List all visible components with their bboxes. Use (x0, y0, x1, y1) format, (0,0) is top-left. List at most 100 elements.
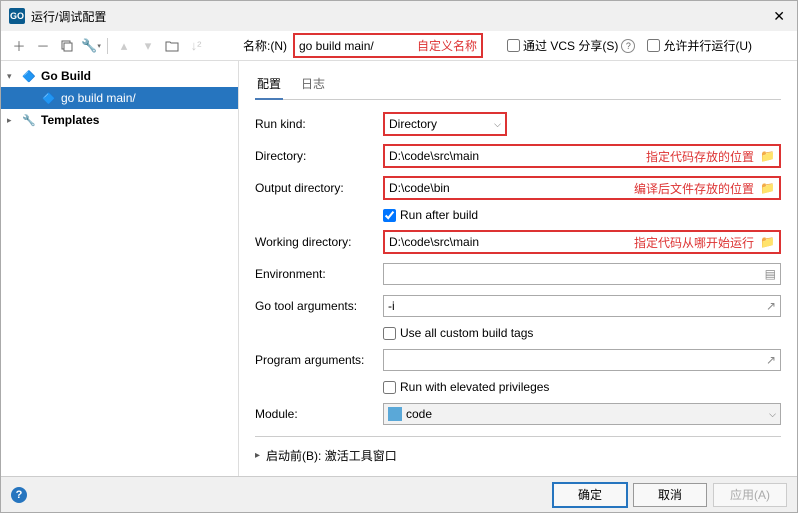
go-tool-args-input-row: ↗ (383, 295, 781, 317)
tab-logs[interactable]: 日志 (299, 71, 327, 99)
working-dir-input[interactable] (389, 235, 628, 249)
run-after-build-label: Run after build (400, 208, 478, 222)
module-select[interactable]: code ⌵ (383, 403, 781, 425)
program-args-input[interactable] (388, 353, 760, 367)
directory-input[interactable] (389, 149, 640, 163)
row-output: Output directory: 编译后文件存放的位置 📁 (255, 176, 781, 200)
go-icon: 🔷 (41, 90, 57, 106)
name-label: 名称:(N) (243, 37, 287, 54)
run-kind-highlight: Directory ⌵ (383, 112, 507, 136)
directory-label: Directory: (255, 149, 383, 163)
run-kind-value: Directory (389, 117, 437, 131)
row-working-dir: Working directory: 指定代码从哪开始运行 📁 (255, 230, 781, 254)
custom-tags-checkbox[interactable] (383, 327, 396, 340)
environment-input-row: ▤ (383, 263, 781, 285)
footer: ? 确定 取消 应用(A) (1, 476, 797, 512)
before-launch[interactable]: ▸ 启动前(B): 激活工具窗口 (255, 447, 781, 464)
go-icon: 🔷 (21, 68, 37, 84)
custom-tags-label: Use all custom build tags (400, 326, 533, 340)
browse-icon[interactable]: 📁 (760, 181, 775, 195)
list-icon[interactable]: ▤ (765, 267, 776, 281)
module-label: Module: (255, 407, 383, 421)
browse-icon[interactable]: 📁 (760, 235, 775, 249)
expand-icon[interactable]: ↗ (766, 299, 776, 313)
working-dir-input-row: 指定代码从哪开始运行 📁 (385, 232, 779, 252)
expand-icon[interactable]: ↗ (766, 353, 776, 367)
toolbar: ＋ － 🔧▾ ▴ ▾ ↓² 名称:(N) 自定义名称 通过 VCS 分享(S) … (1, 31, 797, 61)
row-run-kind: Run kind: Directory ⌵ (255, 112, 781, 136)
tree-item-go-build[interactable]: ▾ 🔷 Go Build (1, 65, 238, 87)
elevated-label: Run with elevated privileges (400, 380, 549, 394)
parallel-input[interactable] (647, 39, 660, 52)
toolbar-left: ＋ － 🔧▾ ▴ ▾ ↓² (9, 36, 239, 56)
row-directory: Directory: 指定代码存放的位置 📁 (255, 144, 781, 168)
row-elevated: Run with elevated privileges (383, 380, 781, 394)
cancel-button[interactable]: 取消 (633, 483, 707, 507)
main: ▾ 🔷 Go Build 🔷 go build main/ ▸ 🔧 Templa… (1, 61, 797, 479)
parallel-checkbox[interactable]: 允许并行运行(U) (647, 37, 752, 54)
window-title: 运行/调试配置 (31, 8, 769, 25)
add-button[interactable]: ＋ (9, 36, 29, 56)
content: 配置 日志 Run kind: Directory ⌵ Directory: 指… (239, 61, 797, 479)
program-args-label: Program arguments: (255, 353, 383, 367)
folder-button[interactable] (162, 36, 182, 56)
chevron-down-icon: ⌵ (769, 409, 776, 420)
remove-button[interactable]: － (33, 36, 53, 56)
tab-config[interactable]: 配置 (255, 71, 283, 100)
expand-icon: ▸ (255, 450, 260, 461)
move-down-button[interactable]: ▾ (138, 36, 158, 56)
close-button[interactable]: ✕ (769, 8, 789, 25)
output-input[interactable] (389, 181, 628, 195)
separator (107, 38, 108, 54)
elevated-checkbox[interactable] (383, 381, 396, 394)
help-icon[interactable]: ? (621, 39, 635, 53)
working-dir-hint: 指定代码从哪开始运行 (634, 234, 754, 251)
vcs-share-label: 通过 VCS 分享(S) (523, 37, 618, 54)
sidebar: ▾ 🔷 Go Build 🔷 go build main/ ▸ 🔧 Templa… (1, 61, 239, 479)
row-program-args: Program arguments: ↗ (255, 348, 781, 372)
module-icon (388, 407, 402, 421)
run-after-build-checkbox[interactable] (383, 209, 396, 222)
sort-button[interactable]: ↓² (186, 36, 206, 56)
wrench-icon: 🔧 (21, 112, 37, 128)
tabs: 配置 日志 (255, 71, 781, 100)
name-hint: 自定义名称 (417, 37, 477, 54)
output-label: Output directory: (255, 181, 383, 195)
tree-item-templates[interactable]: ▸ 🔧 Templates (1, 109, 238, 131)
row-run-after-build: Run after build (383, 208, 781, 222)
chevron-down-icon: ⌵ (494, 119, 501, 130)
before-launch-label: 启动前(B): 激活工具窗口 (266, 447, 397, 464)
apply-button[interactable]: 应用(A) (713, 483, 787, 507)
output-input-row: 编译后文件存放的位置 📁 (385, 178, 779, 198)
help-button[interactable]: ? (11, 487, 27, 503)
tree-label: go build main/ (61, 91, 136, 105)
directory-hint: 指定代码存放的位置 (646, 148, 754, 165)
working-dir-highlight: 指定代码从哪开始运行 📁 (383, 230, 781, 254)
expand-icon: ▾ (7, 71, 17, 82)
environment-label: Environment: (255, 267, 383, 281)
vcs-share-input[interactable] (507, 39, 520, 52)
tree-label: Go Build (41, 69, 91, 83)
vcs-share-checkbox[interactable]: 通过 VCS 分享(S) ? (507, 37, 635, 54)
output-hint: 编译后文件存放的位置 (634, 180, 754, 197)
row-module: Module: code ⌵ (255, 402, 781, 426)
run-kind-select[interactable]: Directory ⌵ (385, 114, 505, 134)
go-tool-args-label: Go tool arguments: (255, 299, 383, 313)
module-value: code (406, 407, 432, 421)
ok-button[interactable]: 确定 (553, 483, 627, 507)
environment-input[interactable] (388, 267, 759, 281)
divider (255, 436, 781, 437)
tree-label: Templates (41, 113, 99, 127)
copy-button[interactable] (57, 36, 77, 56)
row-custom-tags: Use all custom build tags (383, 326, 781, 340)
move-up-button[interactable]: ▴ (114, 36, 134, 56)
app-icon: GO (9, 8, 25, 24)
name-input[interactable] (299, 39, 409, 53)
program-args-input-row: ↗ (383, 349, 781, 371)
browse-icon[interactable]: 📁 (760, 149, 775, 163)
go-tool-args-input[interactable] (388, 299, 760, 313)
name-box: 自定义名称 (293, 33, 483, 58)
tree-item-go-build-main[interactable]: 🔷 go build main/ (1, 87, 238, 109)
row-go-tool-args: Go tool arguments: ↗ (255, 294, 781, 318)
settings-button[interactable]: 🔧▾ (81, 36, 101, 56)
